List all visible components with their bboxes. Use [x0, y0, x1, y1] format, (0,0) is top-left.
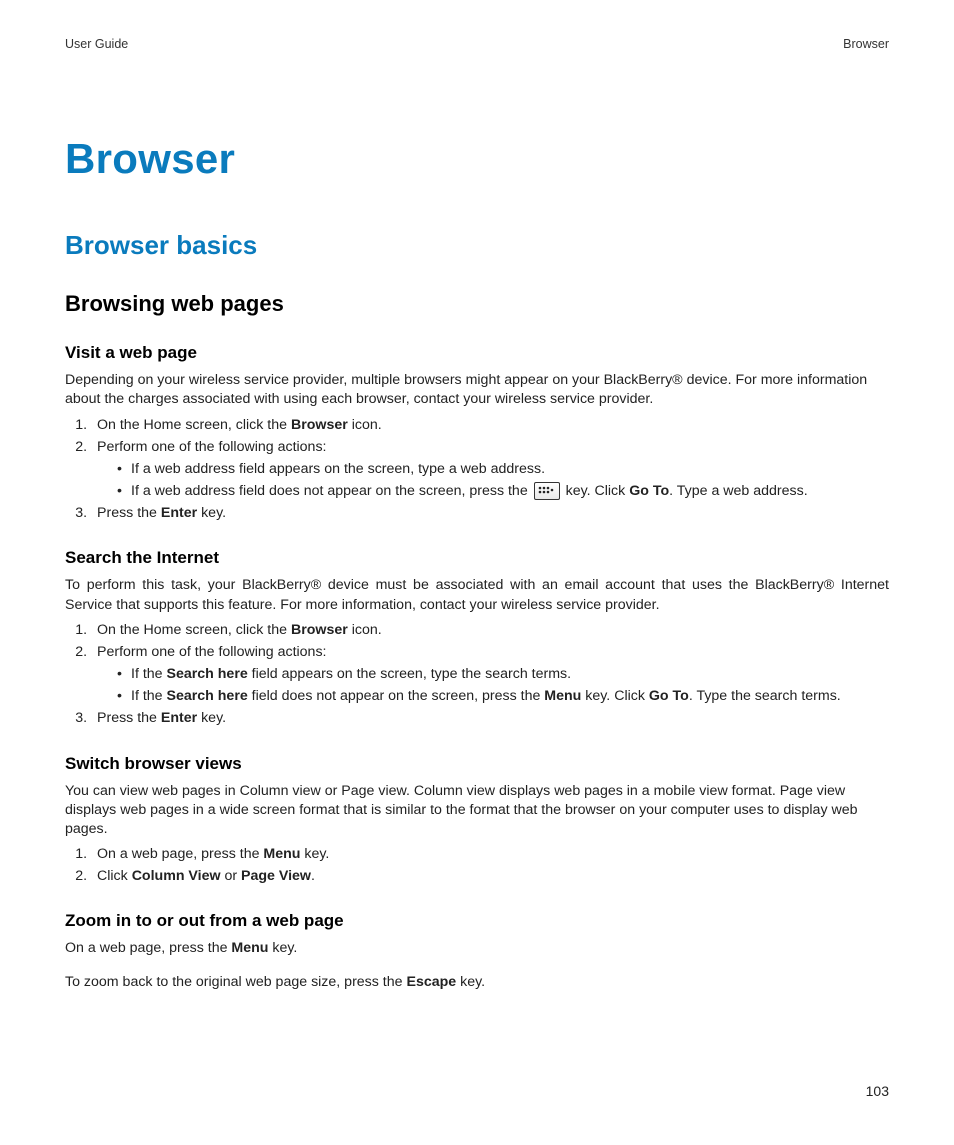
header-left: User Guide — [65, 36, 128, 53]
topic-switch-intro: You can view web pages in Column view or… — [65, 782, 889, 840]
list-item: Perform one of the following actions: If… — [91, 643, 889, 707]
topic-switch-steps: On a web page, press the Menu key. Click… — [65, 845, 889, 886]
topic-search-title: Search the Internet — [65, 547, 889, 570]
list-item: Click Column View or Page View. — [91, 867, 889, 886]
topic-search-steps: On the Home screen, click the Browser ic… — [65, 621, 889, 729]
sub-bullets: If the Search here field appears on the … — [97, 665, 889, 706]
topic-visit-steps: On the Home screen, click the Browser ic… — [65, 416, 889, 524]
page-number: 103 — [866, 1082, 889, 1101]
list-item: If the Search here field does not appear… — [117, 687, 889, 706]
sub-bullets: If a web address field appears on the sc… — [97, 460, 889, 501]
chapter-title: Browser — [65, 131, 889, 188]
menu-key-icon — [534, 482, 560, 500]
list-item: Perform one of the following actions: If… — [91, 438, 889, 502]
list-item: On a web page, press the Menu key. — [91, 845, 889, 864]
topic-search-intro: To perform this task, your BlackBerry® d… — [65, 576, 889, 614]
topic-switch-title: Switch browser views — [65, 753, 889, 776]
list-item: Press the Enter key. — [91, 504, 889, 523]
topic-visit-title: Visit a web page — [65, 342, 889, 365]
list-item: On the Home screen, click the Browser ic… — [91, 621, 889, 640]
section-title: Browser basics — [65, 228, 889, 263]
header-right: Browser — [843, 36, 889, 53]
subsection-title: Browsing web pages — [65, 289, 889, 319]
list-item: On the Home screen, click the Browser ic… — [91, 416, 889, 435]
list-item: If the Search here field appears on the … — [117, 665, 889, 684]
list-item: If a web address field appears on the sc… — [117, 460, 889, 479]
topic-visit-intro: Depending on your wireless service provi… — [65, 371, 889, 409]
topic-zoom-p1: On a web page, press the Menu key. — [65, 939, 889, 958]
document-page: User Guide Browser Browser Browser basic… — [65, 36, 889, 1105]
topic-zoom-title: Zoom in to or out from a web page — [65, 910, 889, 933]
list-item: Press the Enter key. — [91, 709, 889, 728]
topic-zoom-p2: To zoom back to the original web page si… — [65, 973, 889, 992]
running-header: User Guide Browser — [65, 36, 889, 53]
list-item: If a web address field does not appear o… — [117, 482, 889, 501]
